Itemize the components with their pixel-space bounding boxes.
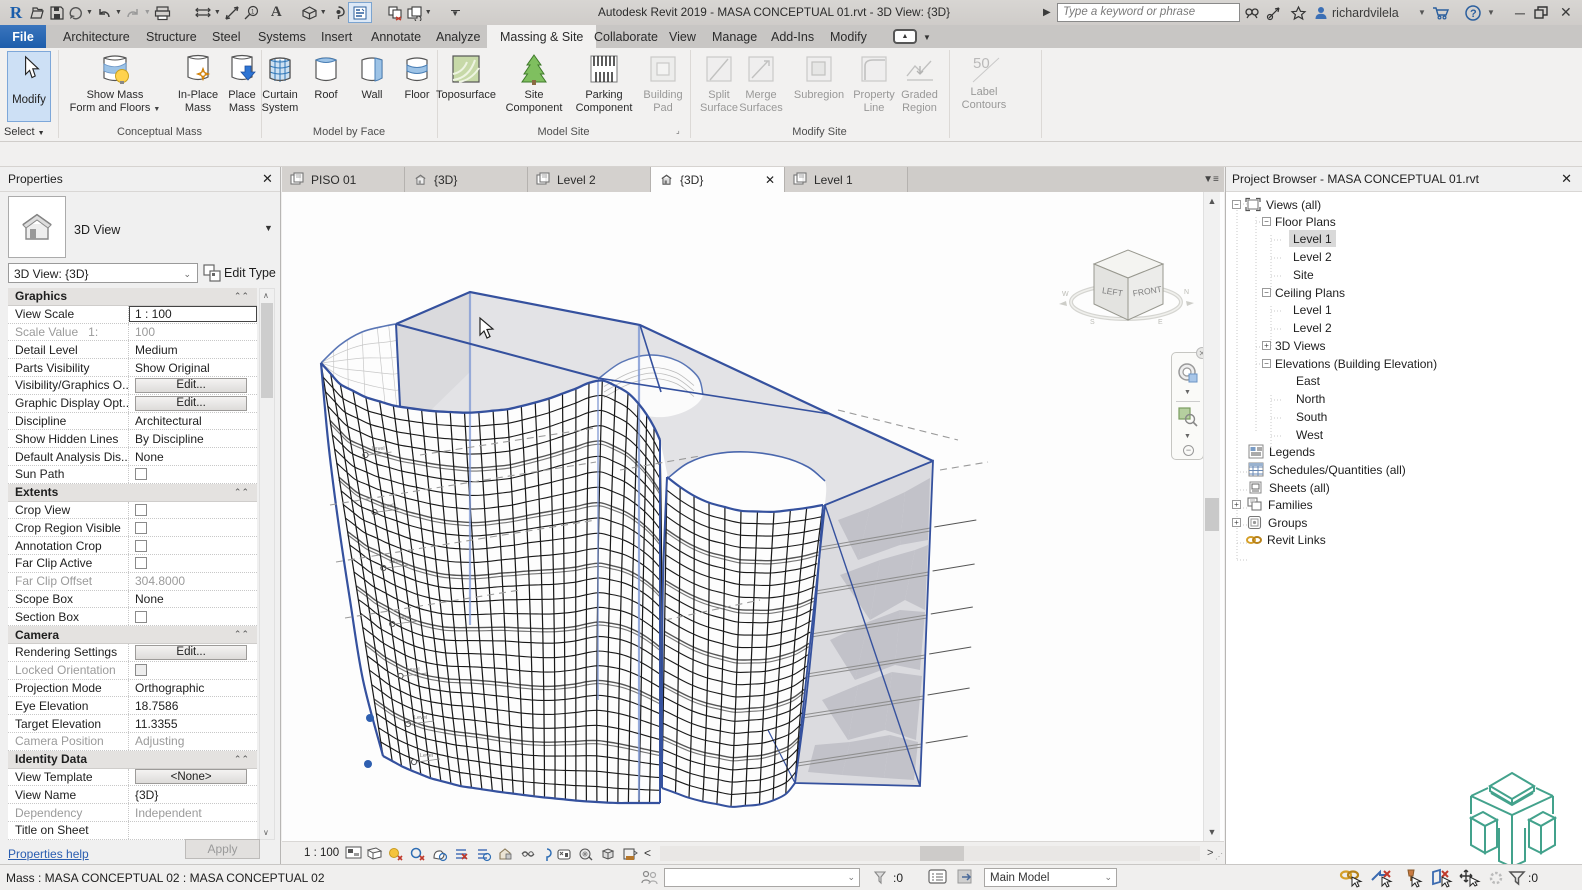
svg-text:Level: Level — [398, 615, 411, 621]
svg-text:E: E — [1158, 319, 1163, 326]
svg-text:N: N — [1184, 289, 1189, 296]
svg-text:<: < — [644, 846, 651, 860]
svg-text:Level: Level — [414, 715, 427, 721]
svg-text:Level: Level — [389, 559, 402, 565]
svg-text:Level: Level — [420, 753, 433, 759]
svg-text:Level: Level — [407, 667, 420, 673]
svg-text:1: 1 — [251, 9, 255, 15]
svg-text:W: W — [1062, 291, 1069, 298]
svg-text:S: S — [1090, 319, 1095, 326]
svg-text:Level: Level — [372, 446, 385, 452]
svg-text:?: ? — [1470, 8, 1477, 20]
svg-text:Level: Level — [381, 503, 394, 509]
